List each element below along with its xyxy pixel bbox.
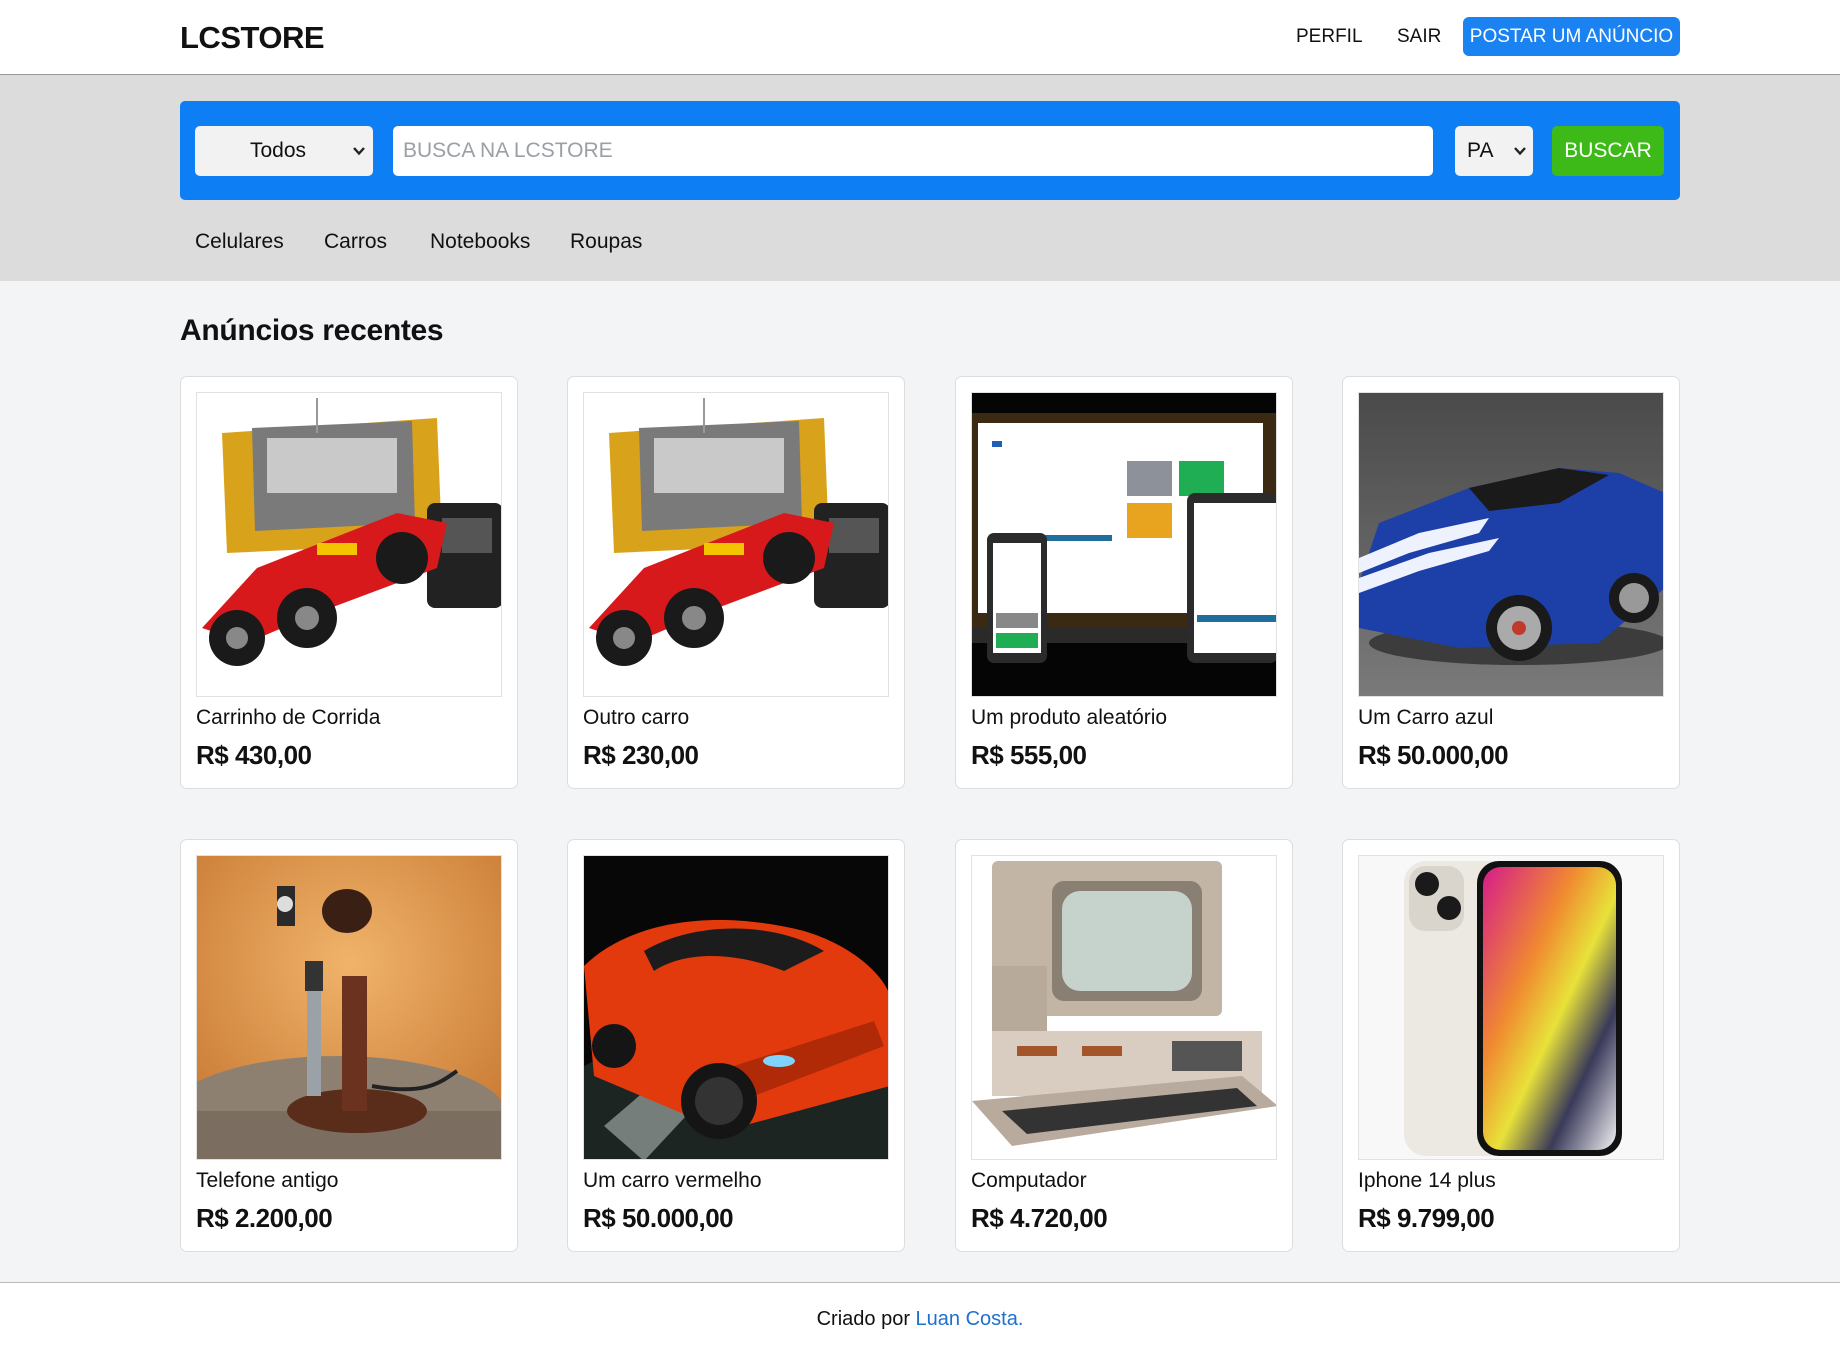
ad-title[interactable]: Carrinho de Corrida: [196, 706, 380, 730]
ad-card[interactable]: Iphone 14 plus R$ 9.799,00: [1342, 839, 1680, 1252]
ad-image[interactable]: [1358, 855, 1664, 1160]
category-link-notebooks[interactable]: Notebooks: [430, 230, 530, 254]
ad-card[interactable]: Telefone antigo R$ 2.200,00: [180, 839, 518, 1252]
ad-price: R$ 430,00: [196, 740, 312, 770]
ad-title[interactable]: Iphone 14 plus: [1358, 1169, 1496, 1193]
footer-credits: Criado por Luan Costa.: [0, 1308, 1840, 1331]
ad-image[interactable]: [971, 392, 1277, 697]
ad-price: R$ 50.000,00: [583, 1203, 734, 1233]
ad-card[interactable]: Um produto aleatório R$ 555,00: [955, 376, 1293, 789]
search-bar: Todos PA BUSCAR: [180, 101, 1680, 200]
ad-price: R$ 9.799,00: [1358, 1203, 1495, 1233]
ad-title[interactable]: Um produto aleatório: [971, 706, 1167, 730]
profile-link[interactable]: PERFIL: [1296, 26, 1363, 48]
ad-card[interactable]: Computador R$ 4.720,00: [955, 839, 1293, 1252]
state-select[interactable]: PA: [1455, 126, 1533, 176]
footer: Criado por Luan Costa.: [0, 1282, 1840, 1356]
search-button[interactable]: BUSCAR: [1552, 126, 1664, 176]
search-section: Todos PA BUSCAR Celulares Carros Noteboo…: [0, 75, 1840, 281]
ad-image[interactable]: [1358, 392, 1664, 697]
ad-image[interactable]: [583, 855, 889, 1160]
author-link[interactable]: Luan Costa.: [916, 1308, 1024, 1330]
ad-image[interactable]: [971, 855, 1277, 1160]
category-link-roupas[interactable]: Roupas: [570, 230, 642, 254]
ad-price: R$ 555,00: [971, 740, 1087, 770]
ad-price: R$ 50.000,00: [1358, 740, 1509, 770]
ad-title[interactable]: Outro carro: [583, 706, 689, 730]
top-navbar: LCSTORE PERFIL SAIR POSTAR UM ANÚNCIO: [0, 0, 1840, 75]
ad-card[interactable]: Carrinho de Corrida R$ 430,00: [180, 376, 518, 789]
page-title: Anúncios recentes: [180, 314, 444, 347]
ad-card[interactable]: Um carro vermelho R$ 50.000,00: [567, 839, 905, 1252]
ad-title[interactable]: Um carro vermelho: [583, 1169, 762, 1193]
site-logo[interactable]: LCSTORE: [180, 20, 325, 56]
ad-price: R$ 230,00: [583, 740, 699, 770]
search-input[interactable]: [393, 126, 1433, 176]
category-link-carros[interactable]: Carros: [324, 230, 387, 254]
ad-image[interactable]: [196, 855, 502, 1160]
ad-title[interactable]: Computador: [971, 1169, 1087, 1193]
state-select-value: PA: [1467, 139, 1494, 162]
chevron-down-icon: [353, 147, 365, 156]
ad-card[interactable]: Outro carro R$ 230,00: [567, 376, 905, 789]
category-select-value: Todos: [250, 139, 307, 162]
ad-image[interactable]: [583, 392, 889, 697]
category-select[interactable]: Todos: [195, 126, 373, 176]
ad-image[interactable]: [196, 392, 502, 697]
post-ad-button[interactable]: POSTAR UM ANÚNCIO: [1463, 17, 1680, 56]
category-link-celulares[interactable]: Celulares: [195, 230, 284, 254]
ad-price: R$ 4.720,00: [971, 1203, 1108, 1233]
footer-prefix: Criado por: [816, 1308, 910, 1330]
chevron-down-icon: [1514, 147, 1526, 156]
ad-title[interactable]: Um Carro azul: [1358, 706, 1493, 730]
ad-price: R$ 2.200,00: [196, 1203, 333, 1233]
logout-link[interactable]: SAIR: [1397, 26, 1441, 48]
ad-card[interactable]: Um Carro azul R$ 50.000,00: [1342, 376, 1680, 789]
ad-title[interactable]: Telefone antigo: [196, 1169, 338, 1193]
